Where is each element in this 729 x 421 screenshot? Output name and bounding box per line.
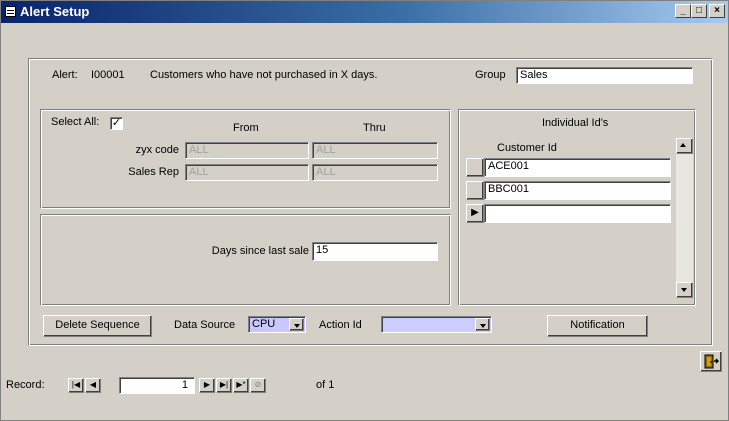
arrow-up-icon (680, 143, 686, 147)
delete-record-icon: ⊘ (254, 380, 262, 389)
from-header: From (233, 122, 259, 134)
maximize-button[interactable]: □ (691, 4, 707, 18)
zyx-code-from-field[interactable]: ALL (185, 142, 309, 159)
days-field[interactable]: 15 (312, 242, 438, 261)
days-label: Days since last sale (211, 245, 309, 257)
row-selector[interactable] (466, 181, 484, 200)
scroll-up-button[interactable] (676, 138, 693, 154)
action-id-select[interactable] (381, 316, 492, 333)
sales-rep-from-field[interactable]: ALL (185, 164, 309, 181)
minimize-button[interactable]: _ (675, 4, 691, 18)
delete-sequence-button[interactable]: Delete Sequence (43, 315, 152, 337)
current-record-marker[interactable]: ▶ (466, 204, 484, 223)
record-count: of 1 (316, 379, 335, 391)
group-field[interactable]: Sales (516, 67, 693, 84)
arrow-down-icon (681, 288, 687, 292)
group-label: Group (475, 69, 506, 81)
record-label: Record: (6, 379, 45, 391)
select-all-checkbox[interactable]: ✓ (110, 117, 123, 130)
sales-rep-label: Sales Rep (128, 166, 179, 178)
table-row[interactable]: BBC001 (466, 181, 671, 200)
zyx-code-label: zyx code (135, 144, 179, 156)
alert-setup-window: Alert Setup _ □ × Alert: I00001 Customer… (0, 0, 729, 421)
form-icon (5, 6, 16, 17)
customer-id-cell[interactable] (484, 204, 671, 223)
next-record-button[interactable]: ▶ (199, 378, 215, 393)
table-row[interactable]: ▶ (466, 204, 671, 223)
last-record-button[interactable]: ▶| (216, 378, 232, 393)
table-row[interactable]: ACE001 (466, 158, 671, 177)
customer-id-cell[interactable]: ACE001 (484, 158, 671, 177)
chevron-down-icon (480, 324, 486, 328)
alert-label: Alert: (52, 69, 78, 81)
select-all-label: Select All: (51, 116, 100, 128)
action-id-dropdown-button[interactable] (475, 318, 490, 331)
window-title: Alert Setup (20, 4, 90, 19)
data-source-select[interactable]: CPU (248, 316, 306, 333)
customer-id-cell[interactable]: BBC001 (484, 181, 671, 200)
new-record-button[interactable]: ▶* (233, 378, 249, 393)
alert-description: Customers who have not purchased in X da… (150, 69, 378, 81)
chevron-down-icon (294, 324, 300, 328)
scroll-down-button[interactable] (676, 282, 693, 298)
data-source-value: CPU (252, 318, 276, 330)
current-record-field[interactable]: 1 (119, 377, 195, 394)
first-record-button[interactable]: |◀ (68, 378, 84, 393)
delete-record-button[interactable]: ⊘ (250, 378, 266, 393)
title-bar[interactable]: Alert Setup _ □ × (1, 1, 728, 23)
action-id-label: Action Id (319, 319, 362, 331)
thru-header: Thru (363, 122, 386, 134)
customer-id-header: Customer Id (497, 142, 557, 154)
row-selector[interactable] (466, 158, 484, 177)
alert-id: I00001 (91, 69, 125, 81)
zyx-code-thru-field[interactable]: ALL (312, 142, 438, 159)
data-source-dropdown-button[interactable] (289, 318, 304, 331)
data-source-label: Data Source (174, 319, 236, 331)
previous-record-button[interactable]: ◀ (85, 378, 101, 393)
individual-ids-title: Individual Id's (542, 117, 609, 129)
close-button[interactable]: × (709, 4, 725, 18)
notification-button[interactable]: Notification (547, 315, 648, 337)
vertical-scrollbar[interactable] (676, 138, 693, 298)
sales-rep-thru-field[interactable]: ALL (312, 164, 438, 181)
exit-button[interactable] (700, 351, 722, 372)
exit-door-icon (704, 354, 719, 369)
